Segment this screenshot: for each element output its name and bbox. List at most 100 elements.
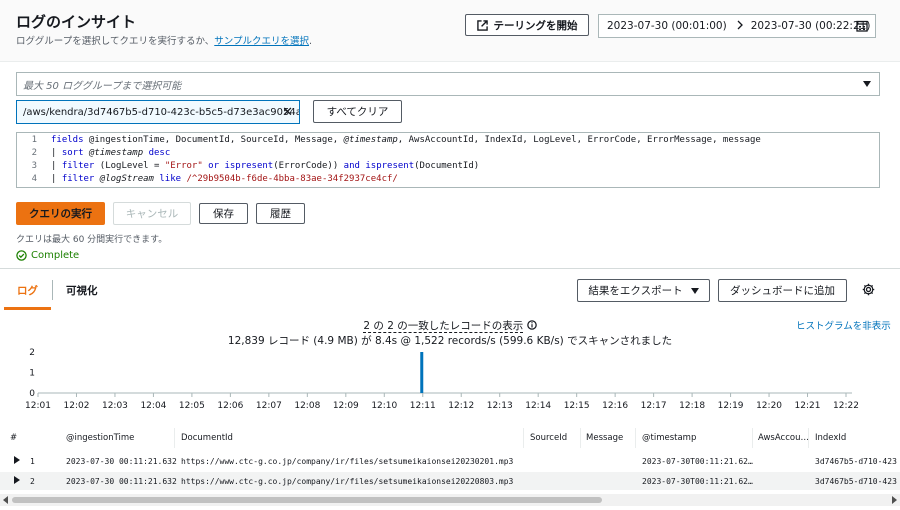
row-number: 2 (30, 477, 35, 486)
column-divider[interactable] (635, 428, 636, 448)
x-tick-label: 12:02 (64, 401, 90, 411)
query-editor[interactable]: 1 fields @ingestionTime, DocumentId, Sou… (16, 132, 880, 188)
run-query-button[interactable]: クエリの実行 (16, 202, 105, 225)
status-text: Complete (31, 250, 80, 261)
range-end: 2023-07-30 (00:22:21) (750, 20, 871, 32)
row-number: 1 (30, 457, 35, 466)
x-tick-label: 12:19 (718, 401, 744, 411)
page-header: ログのインサイト ロググループを選択してクエリを実行するか、サンプルクエリを選択… (0, 0, 900, 62)
x-tick-label: 12:16 (602, 401, 628, 411)
column-header[interactable]: IndexId (815, 433, 846, 443)
query-code: | filter (LogLevel = "Error" or ispresen… (51, 161, 480, 171)
gear-icon[interactable] (862, 283, 875, 299)
cell-ingestion-time: 2023-07-30 00:11:21.632 (66, 457, 177, 466)
x-tick-label: 12:20 (756, 401, 782, 411)
column-divider[interactable] (174, 428, 175, 448)
scrollbar-thumb[interactable] (12, 497, 602, 503)
add-to-dashboard-button[interactable]: ダッシュボードに追加 (718, 279, 847, 302)
log-group-select[interactable]: 最大 50 ロググループまで選択可能 (16, 72, 880, 96)
export-results-label: 結果をエクスポート (588, 285, 683, 297)
line-number: 2 (31, 148, 37, 158)
query-line: 2 | sort @timestamp desc (17, 148, 879, 161)
y-tick-label: 0 (29, 389, 35, 399)
expand-row-icon[interactable] (14, 476, 20, 484)
cancel-button[interactable]: キャンセル (113, 202, 191, 225)
check-circle-icon (16, 250, 27, 261)
x-tick-label: 12:01 (25, 401, 51, 411)
x-tick-label: 12:10 (371, 401, 397, 411)
time-range-picker[interactable]: 2023-07-30 (00:01:00) 2023-07-30 (00:22:… (598, 14, 876, 38)
section-divider (0, 268, 900, 269)
results-table-header: # @ingestionTime DocumentId SourceId Mes… (0, 428, 900, 448)
info-icon[interactable] (526, 320, 537, 332)
column-header[interactable]: SourceId (530, 433, 567, 443)
histogram-chart: 0 1 2 12:01 12:02 12:03 12:04 12:05 12:06 12:07 12… (25, 348, 859, 411)
caret-down-icon (863, 81, 871, 87)
table-row[interactable]: 1 2023-07-30 00:11:21.632 https://www.ct… (0, 452, 900, 470)
query-time-note: クエリは最大 60 分間実行できます。 (16, 235, 168, 245)
y-tick-label: 1 (29, 369, 35, 379)
close-icon[interactable]: ✕ (282, 105, 293, 120)
column-divider[interactable] (523, 428, 524, 448)
tab-logs[interactable]: ログ (17, 283, 38, 298)
cell-timestamp: 2023-07-30T00:11:21.62… (642, 457, 753, 466)
save-button[interactable]: 保存 (199, 203, 248, 224)
x-tick-label: 12:14 (525, 401, 551, 411)
histogram-bar (420, 352, 424, 393)
status-badge: Complete (16, 250, 79, 261)
cell-document-id: https://www.ctc-g.co.jp/company/ir/files… (181, 457, 514, 466)
column-header[interactable]: AwsAccou… (758, 433, 809, 443)
line-number: 1 (31, 135, 37, 145)
column-divider[interactable] (752, 428, 753, 448)
cell-index-id: 3d7467b5-d710-423 (815, 477, 897, 486)
column-header[interactable]: @timestamp (642, 433, 696, 443)
x-tick-label: 12:08 (294, 401, 320, 411)
x-tick-label: 12:11 (410, 401, 436, 411)
table-row[interactable]: 2 2023-07-30 00:11:21.632 https://www.ct… (0, 472, 900, 490)
horizontal-scrollbar[interactable] (0, 494, 900, 506)
histogram-title: 2 の 2 の一致したレコードの表示 (0, 318, 900, 333)
scroll-right-icon[interactable] (892, 496, 897, 504)
tab-visualization[interactable]: 可視化 (66, 283, 98, 298)
start-tailing-button[interactable]: テーリングを開始 (465, 14, 589, 36)
tab-separator (52, 280, 53, 300)
selected-log-group-token: /aws/kendra/3d7467b5-d710-423c-b5c5-d73e… (16, 100, 300, 124)
cell-document-id: https://www.ctc-g.co.jp/company/ir/files… (181, 477, 514, 486)
column-header[interactable]: DocumentId (181, 433, 233, 443)
query-code: | sort @timestamp desc (51, 148, 171, 158)
subtitle-end: . (308, 36, 313, 47)
line-number: 3 (31, 161, 37, 171)
query-line: 4 | filter @logStream like /^29b9504b-f6… (17, 174, 879, 187)
x-tick-label: 12:17 (641, 401, 667, 411)
sample-query-link[interactable]: サンプルクエリを選択 (214, 36, 309, 47)
expand-row-icon[interactable] (14, 456, 20, 464)
cell-index-id: 3d7467b5-d710-423 (815, 457, 897, 466)
hide-histogram-link[interactable]: ヒストグラムを非表示 (796, 318, 891, 332)
line-number: 4 (31, 174, 37, 184)
x-tick-label: 12:06 (217, 401, 243, 411)
page-title: ログのインサイト (16, 13, 137, 31)
column-divider[interactable] (808, 428, 809, 448)
x-tick-label: 12:18 (679, 401, 705, 411)
export-results-button[interactable]: 結果をエクスポート (577, 279, 710, 302)
log-group-placeholder: 最大 50 ロググループまで選択可能 (23, 80, 182, 92)
column-header[interactable]: @ingestionTime (66, 433, 134, 443)
caret-down-icon (690, 287, 699, 294)
x-tick-label: 12:07 (256, 401, 282, 411)
scroll-left-icon[interactable] (3, 496, 8, 504)
cell-ingestion-time: 2023-07-30 00:11:21.632 (66, 477, 177, 486)
column-header: # (10, 433, 18, 443)
column-divider[interactable] (580, 428, 581, 448)
active-tab-indicator (4, 307, 51, 310)
clear-all-button[interactable]: すべてクリア (313, 100, 402, 123)
x-tick-label: 12:21 (795, 401, 821, 411)
selected-log-group-label: /aws/kendra/3d7467b5-d710-423c-b5c5-d73e… (23, 106, 300, 118)
calendar-icon[interactable] (856, 20, 868, 35)
subtitle-text: ロググループを選択してクエリを実行するか、 (16, 36, 215, 47)
chevron-right-icon (737, 20, 743, 33)
page-subtitle: ロググループを選択してクエリを実行するか、サンプルクエリを選択. (16, 33, 312, 47)
x-tick-label: 12:15 (564, 401, 590, 411)
history-button[interactable]: 履歴 (256, 203, 305, 224)
column-header[interactable]: Message (586, 433, 623, 443)
x-tick-label: 12:04 (140, 401, 166, 411)
